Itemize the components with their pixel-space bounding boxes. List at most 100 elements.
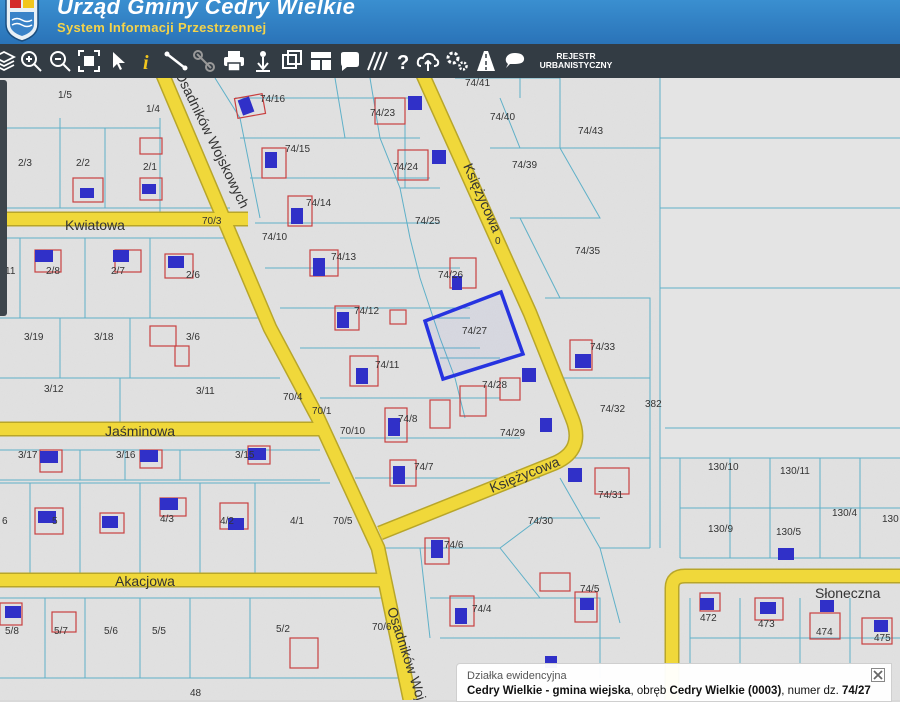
info-sep-numer: , numer dz. [781, 685, 839, 697]
parcel-info-panel: Działka ewidencyjna Cedry Wielkie - gmin… [456, 663, 892, 702]
parcel-label: 74/8 [398, 414, 418, 425]
parcel-label: 74/16 [260, 94, 285, 105]
parcel-label: 74/31 [598, 490, 623, 501]
parcel-label: 473 [758, 619, 775, 630]
parcel-label: 5/6 [104, 626, 118, 637]
parcel-label: 74/13 [331, 252, 356, 263]
parcel-label: 74/28 [482, 380, 507, 391]
parcel-label: 70/1 [312, 406, 332, 417]
measure-link-icon[interactable] [191, 48, 217, 74]
parcel-label: 70/6 [372, 622, 392, 633]
parcel-label: 5/2 [276, 624, 290, 635]
parcel-label: 74/11 [375, 360, 400, 371]
parcel-label: 3/16 [116, 450, 136, 461]
parcel-label: 475 [874, 633, 891, 644]
svg-text:?: ? [397, 52, 409, 74]
parcel-label: 74/6 [444, 540, 464, 551]
zoom-in-icon[interactable] [18, 48, 44, 74]
parcel-label: 70/5 [333, 516, 353, 527]
parcel-label: 74/32 [600, 404, 625, 415]
download-icon[interactable] [250, 48, 276, 74]
parcel-label: 74/15 [285, 144, 310, 155]
zoom-out-icon[interactable] [47, 48, 73, 74]
parcel-label: 74/4 [472, 604, 492, 615]
parcel-label: 70/4 [283, 392, 303, 403]
parcel-label: 3/18 [94, 332, 114, 343]
parcel-label: 74/26 [438, 270, 463, 281]
street-label-sloneczna: Słoneczna [815, 585, 881, 601]
info-icon[interactable]: i [134, 48, 160, 74]
parcel-label: 3/15 [235, 450, 255, 461]
road-icon[interactable] [473, 48, 499, 74]
parcel-label: 3/6 [186, 332, 200, 343]
street-label-kwiatowa: Kwiatowa [65, 217, 125, 233]
hatch-icon[interactable] [365, 48, 391, 74]
map-canvas[interactable]: Kwiatowa Jaśminowa Akacjowa Osadników Wo… [0, 78, 900, 700]
parcel-label: 130/5 [776, 527, 801, 538]
parcel-label: 130/11 [780, 466, 810, 477]
select-cursor-icon[interactable] [106, 48, 132, 74]
parcel-label: 70/3 [202, 216, 222, 227]
parcel-label: 74/24 [393, 162, 418, 173]
parcel-label: 1/5 [58, 90, 72, 101]
parcel-label: 4/1 [290, 516, 304, 527]
parcel-label: 2/6 [186, 270, 200, 281]
parcel-label: 74/5 [580, 584, 600, 595]
parcel-label: 74/33 [590, 342, 615, 353]
app-header: Urząd Gminy Cedry Wielkie System Informa… [0, 0, 900, 44]
map-toolbar: i ? REJESTR URBANISTYCZNY [0, 44, 900, 78]
layout-icon[interactable] [308, 48, 334, 74]
comment-icon[interactable] [337, 48, 363, 74]
parcel-label: 74/43 [578, 126, 603, 137]
parcel-label: 48 [190, 688, 202, 699]
measure-distance-icon[interactable] [163, 48, 189, 74]
chat-icon[interactable] [502, 48, 528, 74]
parcel-label: 382 [645, 399, 662, 410]
info-panel-title: Działka ewidencyjna [467, 670, 567, 682]
app-title: Urząd Gminy Cedry Wielkie [57, 0, 356, 19]
close-icon[interactable] [871, 668, 885, 682]
rejestr-label-line2: URBANISTYCZNY [539, 60, 613, 70]
app-subtitle: System Informacji Przestrzennej [57, 20, 267, 35]
parcel-label: 74/29 [500, 428, 525, 439]
street-label-akacjowa: Akacjowa [115, 573, 175, 589]
info-obreb: Cedry Wielkie (0003) [669, 685, 782, 697]
parcel-label: 74/7 [414, 462, 434, 473]
info-sep-obreb: , obręb [630, 685, 670, 697]
parcel-label: 3/12 [44, 384, 64, 395]
info-gmina: Cedry Wielkie - gmina wiejska [467, 685, 631, 697]
parcel-label: 130/4 [832, 508, 857, 519]
full-extent-icon[interactable] [76, 48, 102, 74]
print-icon[interactable] [221, 48, 247, 74]
parcel-label: 2/7 [111, 266, 125, 277]
parcel-label: 74/10 [262, 232, 287, 243]
parcel-label: 5/7 [54, 626, 68, 637]
parcel-label: 74/23 [370, 108, 395, 119]
crest-logo [5, 0, 39, 42]
parcel-label: 2/1 [143, 162, 157, 173]
parcel-label: 130/10 [708, 462, 739, 473]
parcel-label: 130 [882, 514, 899, 525]
parcel-label: 74/35 [575, 246, 600, 257]
parcel-label: 74/12 [354, 306, 379, 317]
cloud-upload-icon[interactable] [415, 48, 441, 74]
parcel-label: 3/17 [18, 450, 38, 461]
layers-icon[interactable] [0, 48, 17, 74]
parcel-label: 6 [2, 516, 8, 527]
parcel-label: 1/4 [146, 104, 160, 115]
parcel-label: 5/5 [152, 626, 166, 637]
parcel-label: 4/2 [220, 516, 234, 527]
parcel-label: 5/8 [5, 626, 19, 637]
help-icon[interactable]: ? [391, 48, 417, 74]
street-label-jasminowa: Jaśminowa [105, 423, 175, 439]
export-icon[interactable] [279, 48, 305, 74]
parcel-label: 3/11 [196, 386, 215, 397]
side-panel-toggle[interactable] [0, 80, 7, 316]
parcel-label: 3/19 [24, 332, 44, 343]
parcel-label: 2/3 [18, 158, 32, 169]
map-svg[interactable]: Kwiatowa Jaśminowa Akacjowa Osadników Wo… [0, 78, 900, 700]
settings-icon[interactable] [444, 48, 470, 74]
parcel-label: 70/10 [340, 426, 365, 437]
parcel-label: 130/9 [708, 524, 733, 535]
rejestr-urbanistyczny-button[interactable]: REJESTR URBANISTYCZNY [533, 52, 619, 70]
